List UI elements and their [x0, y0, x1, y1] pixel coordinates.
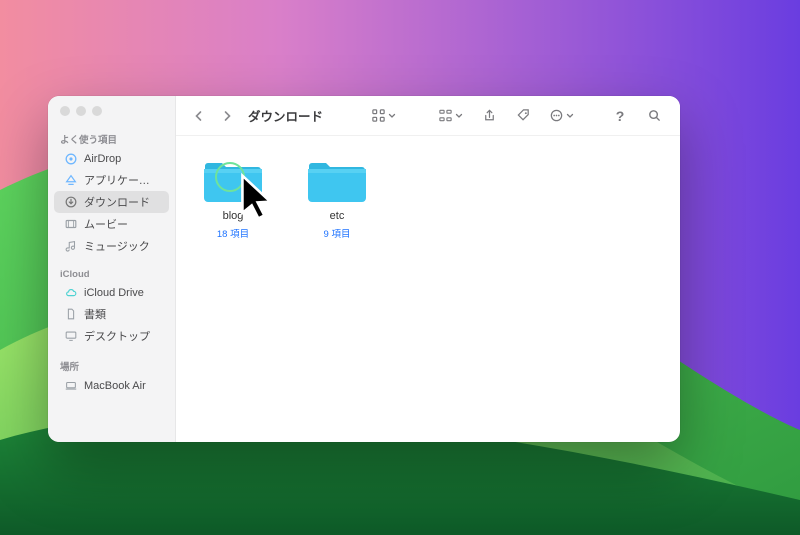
sidebar-item-label: ダウンロード: [84, 194, 150, 210]
back-button[interactable]: [188, 105, 210, 127]
documents-icon: [64, 307, 78, 321]
folder-item-count: 18 項目: [217, 226, 249, 240]
content-area[interactable]: blog 18 項目 etc 9 項目: [176, 136, 680, 442]
cloud-icon: [64, 286, 78, 300]
sidebar-header-favorites: よく使う項目: [48, 128, 175, 149]
sidebar-item-icloud-drive[interactable]: iCloud Drive: [54, 283, 169, 303]
help-button[interactable]: ?: [606, 104, 634, 128]
sidebar-item-label: アプリケーシ…: [84, 172, 159, 188]
sidebar: よく使う項目 AirDrop アプリケーシ… ダウンロード ムービー ミュージッ…: [48, 96, 176, 442]
chevron-down-icon: [566, 112, 574, 120]
zoom-dot[interactable]: [92, 106, 102, 116]
sidebar-item-label: ムービー: [84, 216, 128, 232]
sidebar-header-icloud: iCloud: [48, 265, 175, 283]
sidebar-item-label: ミュージック: [84, 238, 150, 254]
minimize-dot[interactable]: [76, 106, 86, 116]
forward-button[interactable]: [216, 105, 238, 127]
chevron-down-icon: [388, 112, 396, 120]
sidebar-item-applications[interactable]: アプリケーシ…: [54, 169, 169, 191]
sidebar-item-label: 書類: [84, 306, 106, 322]
action-menu-button[interactable]: [543, 104, 580, 128]
folder-name: etc: [330, 210, 345, 222]
toolbar: ダウンロード ?: [176, 96, 680, 136]
downloads-icon: [64, 195, 78, 209]
chevron-down-icon: [455, 112, 463, 120]
sidebar-item-airdrop[interactable]: AirDrop: [54, 149, 169, 169]
share-button[interactable]: [475, 104, 503, 128]
sidebar-item-label: AirDrop: [84, 153, 121, 165]
sidebar-item-movies[interactable]: ムービー: [54, 213, 169, 235]
laptop-icon: [64, 379, 78, 393]
music-icon: [64, 239, 78, 253]
folder-item-count: 9 項目: [324, 226, 351, 240]
movies-icon: [64, 217, 78, 231]
finder-window: よく使う項目 AirDrop アプリケーシ… ダウンロード ムービー ミュージッ…: [48, 96, 680, 442]
main-panel: ダウンロード ?: [176, 96, 680, 442]
window-controls[interactable]: [48, 106, 175, 128]
window-title: ダウンロード: [244, 106, 323, 125]
airdrop-icon: [64, 152, 78, 166]
sidebar-item-documents[interactable]: 書類: [54, 303, 169, 325]
view-mode-button[interactable]: [365, 104, 402, 128]
group-button[interactable]: [432, 104, 469, 128]
cursor-icon: [229, 172, 293, 224]
folder-item[interactable]: blog 18 項目: [192, 154, 274, 240]
desktop-icon: [64, 329, 78, 343]
applications-icon: [64, 173, 78, 187]
tags-button[interactable]: [509, 104, 537, 128]
sidebar-item-label: MacBook Air: [84, 380, 146, 392]
folder-icon: [201, 154, 265, 206]
sidebar-item-downloads[interactable]: ダウンロード: [54, 191, 169, 213]
sidebar-item-desktop[interactable]: デスクトップ: [54, 325, 169, 347]
sidebar-item-music[interactable]: ミュージック: [54, 235, 169, 257]
sidebar-item-label: デスクトップ: [84, 328, 150, 344]
sidebar-item-macbook-air[interactable]: MacBook Air: [54, 376, 169, 396]
search-button[interactable]: [640, 104, 668, 128]
folder-icon: [305, 154, 369, 206]
sidebar-item-label: iCloud Drive: [84, 287, 144, 299]
close-dot[interactable]: [60, 106, 70, 116]
folder-item[interactable]: etc 9 項目: [296, 154, 378, 240]
sidebar-header-locations: 場所: [48, 355, 175, 376]
